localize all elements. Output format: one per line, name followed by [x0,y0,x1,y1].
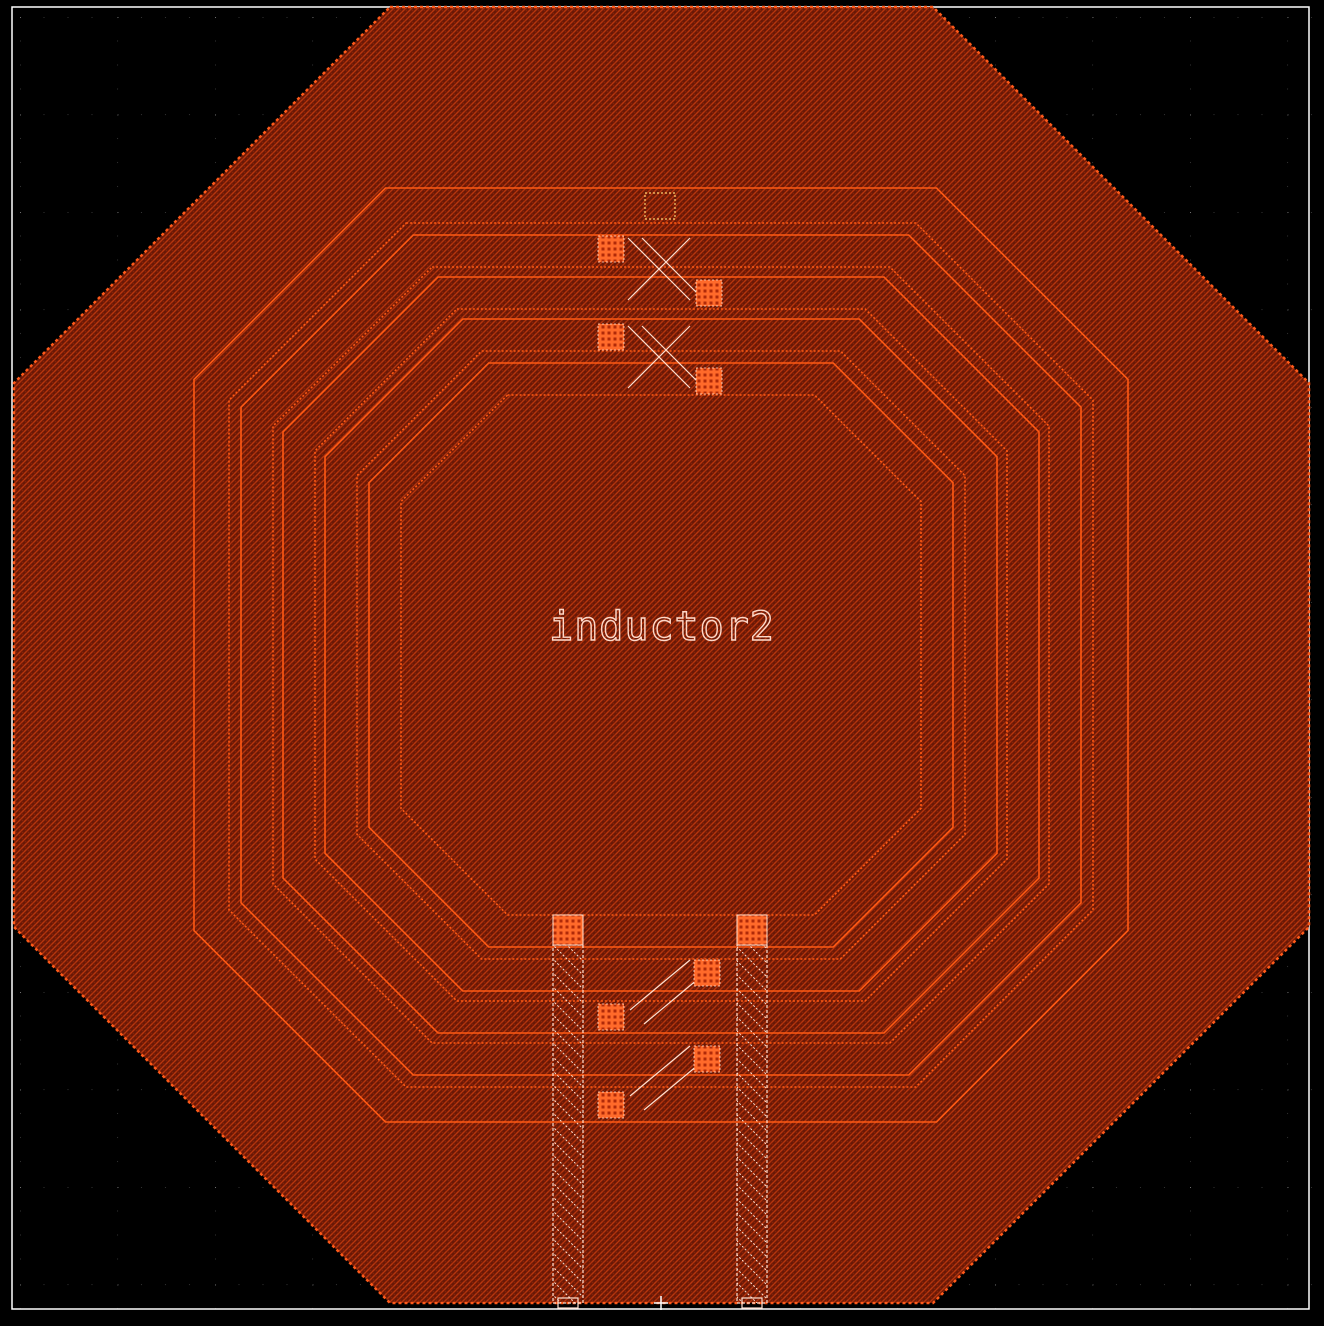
substrate-octagon[interactable] [12,5,1311,1305]
lead-left[interactable] [552,914,584,1309]
via-array [597,1091,625,1119]
via-array [597,1003,625,1031]
lead-right[interactable] [736,914,768,1309]
via-array [597,323,625,351]
layout-canvas[interactable] [0,0,1324,1326]
via-array [695,279,723,307]
via-array [695,367,723,395]
via-array [693,1045,721,1073]
via-array [693,959,721,987]
via-array [597,235,625,263]
cell-name-label: inductor2 [548,603,775,650]
